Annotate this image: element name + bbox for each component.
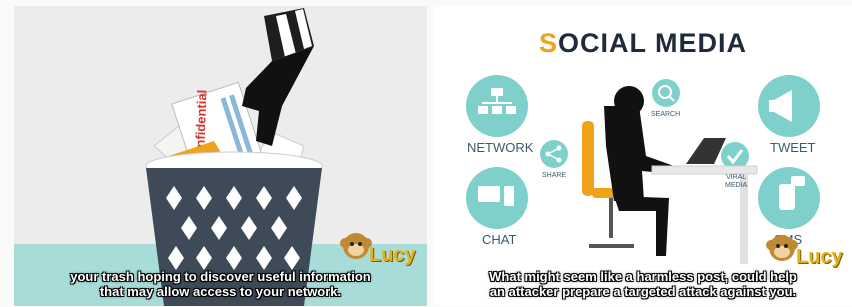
desk-top (651, 165, 758, 175)
left-caption-line1: your trash hoping to discover useful inf… (70, 269, 371, 284)
viral-label-line1: VIRAL (725, 174, 747, 181)
left-caption: your trash hoping to discover useful inf… (14, 269, 427, 299)
chair-back (582, 121, 594, 196)
woman-body (604, 106, 674, 201)
network-label: NETWORK (467, 140, 534, 155)
viral-media-label: VIRAL MEDIA (725, 174, 747, 190)
phone-icon (504, 186, 514, 206)
left-caption-line2: that may allow access to your network. (99, 284, 342, 299)
right-caption: What might seem like a harmless post, co… (434, 269, 852, 299)
lucy-logo-text: Lucy (369, 244, 416, 266)
share-icon (540, 140, 568, 168)
right-caption-line2: an attacker prepare a targeted attack ag… (489, 284, 797, 299)
search-label: SEARCH (651, 111, 681, 118)
viral-label-line2: MEDIA (725, 182, 748, 189)
tweet-label: TWEET (770, 140, 816, 155)
chat-label: CHAT (482, 232, 517, 247)
lucy-logo-text: Lucy (796, 246, 843, 268)
monitor-icon (478, 186, 500, 202)
laptop-icon (686, 138, 726, 164)
left-slide: onfidential Lucy your trash hoping to di… (14, 6, 427, 306)
search-globe-icon (652, 79, 680, 107)
right-caption-line1: What might seem like a harmless post, co… (489, 269, 797, 284)
right-slide: SOCIAL MEDIA NETWORK CHAT SHARE SEARCH V… (434, 6, 852, 306)
share-label: SHARE (542, 172, 567, 179)
